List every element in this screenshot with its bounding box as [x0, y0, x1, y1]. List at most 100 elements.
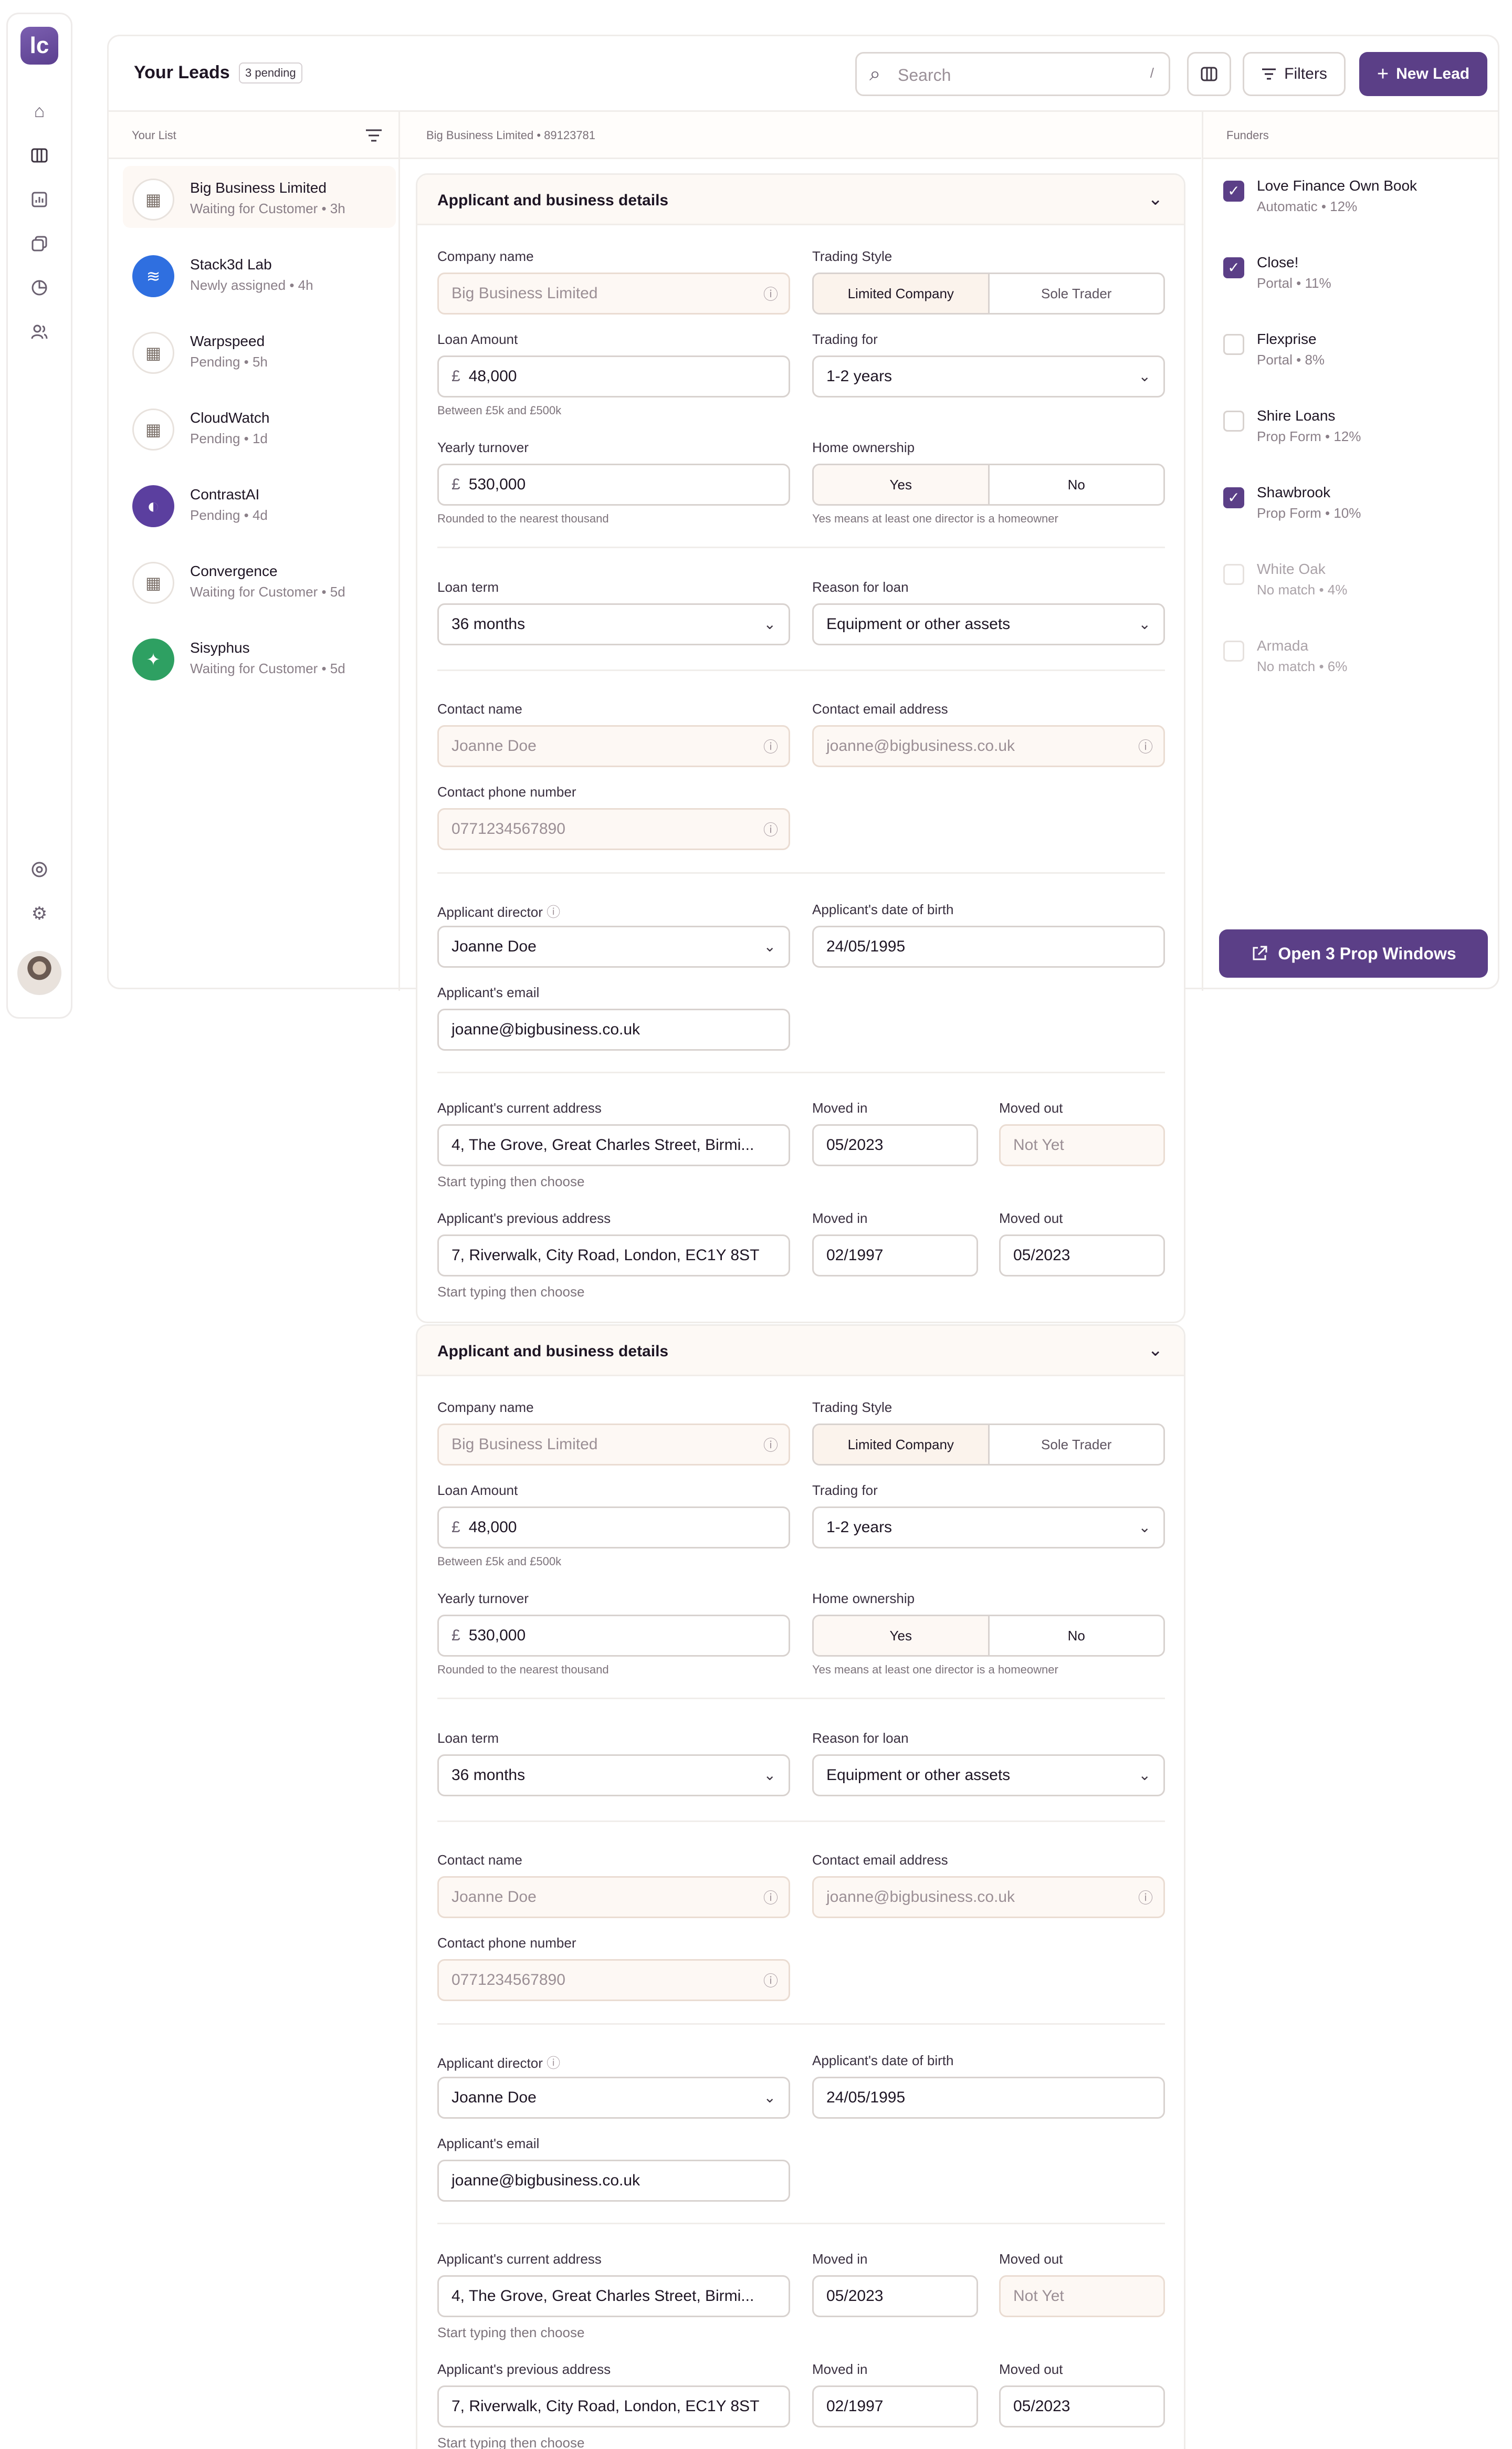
avatar[interactable] [17, 951, 61, 995]
filters-button[interactable]: Filters [1243, 52, 1346, 96]
current-address-field[interactable]: 4, The Grove, Great Charles Street, Birm… [437, 1124, 790, 1166]
previous-moved-in-field[interactable]: 02/1997 [812, 2385, 978, 2427]
app-logo[interactable]: lc [20, 27, 58, 65]
search-box[interactable]: ⌕ / [855, 52, 1170, 96]
loan-amount-field[interactable]: £48,000 [437, 1506, 790, 1548]
turnover-field[interactable]: £530,000 [437, 1615, 790, 1657]
chevron-down-icon[interactable]: ⌄ [1148, 189, 1163, 210]
reason-select[interactable]: Equipment or other assets ⌄ [812, 1754, 1165, 1796]
sole-trader-option[interactable]: Sole Trader [988, 1425, 1164, 1464]
contact-name-field[interactable]: Joanne Doe ⓘ [437, 1876, 790, 1918]
help-circle-icon[interactable]: ⓘ [1138, 1879, 1153, 1917]
sole-trader-option[interactable]: Sole Trader [988, 274, 1164, 313]
funder-item[interactable]: Armada No match • 6% [1223, 633, 1486, 691]
chevron-down-icon[interactable]: ⌄ [1148, 1339, 1163, 1360]
contact-phone-field[interactable]: 0771234567890 ⓘ [437, 808, 790, 850]
list-item[interactable]: ▦ Big Business Limited Waiting for Custo… [123, 166, 396, 228]
open-prop-windows-button[interactable]: Open 3 Prop Windows [1219, 929, 1488, 978]
previous-moved-in-field[interactable]: 02/1997 [812, 1234, 978, 1276]
director-select[interactable]: Joanne Doe ⌄ [437, 2077, 790, 2119]
contact-email-field[interactable]: joanne@bigbusiness.co.uk ⓘ [812, 1876, 1165, 1918]
home-ownership-toggle[interactable]: Yes No [812, 1615, 1165, 1657]
loan-term-select[interactable]: 36 months ⌄ [437, 1754, 790, 1796]
checkbox[interactable] [1223, 411, 1244, 432]
previous-moved-out-field[interactable]: 05/2023 [999, 1234, 1165, 1276]
company-field[interactable]: Big Business Limited ⓘ [437, 1424, 790, 1466]
reason-select[interactable]: Equipment or other assets ⌄ [812, 603, 1165, 645]
loan-term-select[interactable]: 36 months ⌄ [437, 603, 790, 645]
checkbox-checked[interactable]: ✓ [1223, 487, 1244, 508]
list-item[interactable]: ✦ Sisyphus Waiting for Customer • 5d [123, 626, 396, 688]
help-circle-icon[interactable]: ⓘ [1138, 728, 1153, 766]
help-circle-icon[interactable]: ⓘ [763, 1879, 778, 1917]
applicant-email-field[interactable]: joanne@bigbusiness.co.uk [437, 1009, 790, 1051]
home-icon[interactable]: ⌂ [28, 100, 50, 122]
funder-item[interactable]: ✓ Shawbrook Prop Form • 10% [1223, 480, 1486, 538]
users-icon[interactable] [28, 321, 50, 343]
dob-field[interactable]: 24/05/1995 [812, 926, 1165, 968]
sort-icon[interactable] [365, 128, 383, 143]
list-item[interactable]: ◐ ContrastAI Pending • 4d [123, 473, 396, 535]
current-address-field[interactable]: 4, The Grove, Great Charles Street, Birm… [437, 2275, 790, 2317]
current-moved-in-field[interactable]: 05/2023 [812, 2275, 978, 2317]
trading-style-toggle[interactable]: Limited Company Sole Trader [812, 1424, 1165, 1466]
contact-email-field[interactable]: joanne@bigbusiness.co.uk ⓘ [812, 725, 1165, 767]
new-lead-button[interactable]: + New Lead [1359, 52, 1487, 96]
help-circle-icon[interactable]: ⓘ [763, 1962, 778, 2000]
applicant-email-field[interactable]: joanne@bigbusiness.co.uk [437, 2160, 790, 2202]
contact-name-field[interactable]: Joanne Doe ⓘ [437, 725, 790, 767]
checkbox-checked[interactable]: ✓ [1223, 181, 1244, 202]
help-circle-icon[interactable]: ⓘ [763, 1426, 778, 1464]
previous-moved-out-field[interactable]: 05/2023 [999, 2385, 1165, 2427]
columns-icon[interactable] [28, 144, 50, 166]
trading-style-toggle[interactable]: Limited Company Sole Trader [812, 273, 1165, 315]
help-circle-icon[interactable]: ⓘ [763, 275, 778, 313]
home-no-option[interactable]: No [988, 1616, 1164, 1655]
checkbox[interactable] [1223, 334, 1244, 355]
home-no-option[interactable]: No [988, 465, 1164, 504]
funder-item[interactable]: ✓ Close! Portal • 11% [1223, 250, 1486, 308]
copy-icon[interactable] [28, 233, 50, 255]
checkbox[interactable] [1223, 564, 1244, 585]
help-circle-icon[interactable]: ⓘ [547, 904, 560, 920]
help-circle-icon[interactable]: ⓘ [547, 2055, 560, 2071]
pie-chart-icon[interactable] [28, 277, 50, 299]
previous-address-field[interactable]: 7, Riverwalk, City Road, London, EC1Y 8S… [437, 2385, 790, 2427]
trading-for-select[interactable]: 1-2 years ⌄ [812, 1506, 1165, 1548]
columns-toggle-button[interactable] [1187, 52, 1231, 96]
turnover-field[interactable]: £530,000 [437, 464, 790, 506]
loan-amount-field[interactable]: £48,000 [437, 355, 790, 397]
help-circle-icon[interactable]: ⓘ [763, 811, 778, 849]
home-ownership-toggle[interactable]: Yes No [812, 464, 1165, 506]
funder-item[interactable]: Flexprise Portal • 8% [1223, 327, 1486, 384]
previous-address-field[interactable]: 7, Riverwalk, City Road, London, EC1Y 8S… [437, 1234, 790, 1276]
contact-phone-field[interactable]: 0771234567890 ⓘ [437, 1959, 790, 2001]
current-moved-out-field[interactable]: Not Yet [999, 2275, 1165, 2317]
list-item[interactable]: ≋ Stack3d Lab Newly assigned • 4h [123, 243, 396, 305]
funder-item[interactable]: White Oak No match • 4% [1223, 557, 1486, 614]
list-item[interactable]: ▦ Warpspeed Pending • 5h [123, 319, 396, 381]
help-circle-icon[interactable]: ⓘ [763, 728, 778, 766]
dob-field[interactable]: 24/05/1995 [812, 2077, 1165, 2119]
checkbox[interactable] [1223, 641, 1244, 662]
current-moved-out-field[interactable]: Not Yet [999, 1124, 1165, 1166]
section-header[interactable]: Applicant and business details ⌄ [417, 175, 1184, 225]
home-yes-option[interactable]: Yes [814, 1616, 988, 1655]
search-input[interactable] [898, 63, 1118, 87]
limited-company-option[interactable]: Limited Company [814, 274, 988, 313]
funder-item[interactable]: ✓ Love Finance Own Book Automatic • 12% [1223, 173, 1486, 231]
director-select[interactable]: Joanne Doe ⌄ [437, 926, 790, 968]
reports-icon[interactable] [28, 189, 50, 211]
current-moved-in-field[interactable]: 05/2023 [812, 1124, 978, 1166]
list-item[interactable]: ▦ CloudWatch Pending • 1d [123, 396, 396, 458]
help-icon[interactable] [28, 859, 50, 881]
settings-icon[interactable]: ⚙ [28, 903, 50, 925]
company-field[interactable]: Big Business Limited ⓘ [437, 273, 790, 315]
section-header[interactable]: Applicant and business details ⌄ [417, 1326, 1184, 1376]
funder-item[interactable]: Shire Loans Prop Form • 12% [1223, 403, 1486, 461]
trading-for-select[interactable]: 1-2 years ⌄ [812, 355, 1165, 397]
list-item[interactable]: ▦ Convergence Waiting for Customer • 5d [123, 549, 396, 611]
checkbox-checked[interactable]: ✓ [1223, 257, 1244, 278]
limited-company-option[interactable]: Limited Company [814, 1425, 988, 1464]
home-yes-option[interactable]: Yes [814, 465, 988, 504]
